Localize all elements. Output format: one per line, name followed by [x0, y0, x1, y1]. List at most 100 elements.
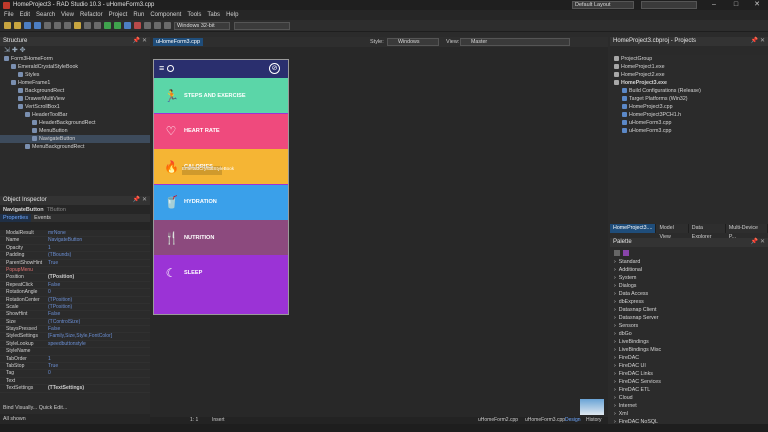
- property-row[interactable]: StaysPressed False: [0, 326, 150, 334]
- property-row[interactable]: Text: [0, 378, 150, 386]
- run-without-debug-icon[interactable]: [114, 22, 121, 29]
- property-value[interactable]: [48, 267, 150, 273]
- palette-category[interactable]: › dbGo: [610, 330, 768, 338]
- ide-search-input[interactable]: [641, 1, 697, 9]
- close-button[interactable]: ✕: [746, 0, 768, 10]
- pin-icon[interactable]: 📌 ✕: [751, 238, 765, 247]
- config-select[interactable]: [234, 21, 290, 30]
- tab-events[interactable]: Events: [31, 214, 54, 222]
- palette-category[interactable]: › Dialogs: [610, 282, 768, 290]
- view-select[interactable]: Master: [460, 38, 570, 46]
- property-row[interactable]: Padding (TBounds): [0, 252, 150, 260]
- style-select[interactable]: Windows: [387, 38, 439, 46]
- run-icon[interactable]: [104, 22, 111, 29]
- pin-icon[interactable]: 📌 ✕: [133, 37, 147, 46]
- property-row[interactable]: Opacity 1: [0, 245, 150, 253]
- property-row[interactable]: StyleName: [0, 348, 150, 356]
- tree-node[interactable]: MenuBackgroundRect: [0, 143, 150, 151]
- palette-category[interactable]: › Standard: [610, 258, 768, 266]
- palette-category[interactable]: › Internet: [610, 402, 768, 410]
- step-over-icon[interactable]: [144, 22, 151, 29]
- project-node[interactable]: ProjectGroup: [610, 55, 768, 63]
- tree-node[interactable]: BackgroundRect: [0, 87, 150, 95]
- navigate-compass-icon[interactable]: ⊘: [269, 63, 280, 74]
- tree-node[interactable]: Form3HomeForm: [0, 55, 150, 63]
- property-row[interactable]: RotationAngle 0: [0, 289, 150, 297]
- feature-band[interactable]: 🥤 HYDRATION: [154, 184, 288, 220]
- project-node[interactable]: uHomeForm3.cpp: [610, 127, 768, 135]
- projects-tab[interactable]: HomeProject3....: [610, 224, 657, 233]
- palette-category[interactable]: › Datasnap Server: [610, 314, 768, 322]
- tree-node[interactable]: HeaderBackgroundRect: [0, 119, 150, 127]
- property-row[interactable]: ParentShowHint True: [0, 260, 150, 267]
- tab-properties[interactable]: Properties: [0, 214, 32, 222]
- inspector-search[interactable]: [0, 222, 150, 230]
- feature-band[interactable]: ♡ HEART RATE: [154, 113, 288, 149]
- menu-tabs[interactable]: Tabs: [207, 12, 220, 18]
- tree-node[interactable]: HomeFrame1: [0, 79, 150, 87]
- stop-icon[interactable]: [134, 22, 141, 29]
- palette-category[interactable]: › LiveBindings: [610, 338, 768, 346]
- platform-select[interactable]: Windows 32-bit: [174, 21, 230, 30]
- menu-project[interactable]: Project: [109, 12, 128, 18]
- property-value[interactable]: (TPosition): [48, 274, 150, 280]
- palette-search-icon[interactable]: [623, 249, 629, 256]
- projects-tab[interactable]: Model View: [656, 224, 689, 240]
- palette-category[interactable]: › Cloud: [610, 394, 768, 402]
- property-row[interactable]: RotationCenter (TPosition): [0, 297, 150, 304]
- menu-file[interactable]: File: [4, 12, 14, 18]
- palette-category[interactable]: › Additional: [610, 266, 768, 274]
- palette-category[interactable]: › FireDAC UI: [610, 362, 768, 370]
- palette-category[interactable]: › Datasnap Client: [610, 306, 768, 314]
- layout-select[interactable]: Default Layout: [572, 1, 634, 9]
- menu-component[interactable]: Component: [150, 12, 181, 18]
- property-value[interactable]: [48, 348, 150, 354]
- tree-node[interactable]: MenuButton: [0, 127, 150, 135]
- save-icon[interactable]: [24, 22, 31, 29]
- property-value[interactable]: True: [48, 260, 150, 266]
- property-value[interactable]: 1: [48, 245, 150, 251]
- property-value[interactable]: mrNone: [48, 230, 150, 236]
- palette-category[interactable]: › dbExpress: [610, 298, 768, 306]
- expand-icon[interactable]: ⇲: [4, 47, 10, 54]
- property-row[interactable]: PopupMenu: [0, 267, 150, 275]
- close-file-icon[interactable]: [44, 22, 51, 29]
- feature-band[interactable]: ☾ SLEEP: [154, 255, 288, 291]
- bottom-tab-history[interactable]: History: [586, 417, 602, 424]
- menu-view[interactable]: View: [61, 12, 74, 18]
- property-value[interactable]: (TPosition): [48, 297, 150, 303]
- tree-node[interactable]: DrawerMultiView: [0, 95, 150, 103]
- property-row[interactable]: Position (TPosition): [0, 274, 150, 282]
- property-value[interactable]: (TBounds): [48, 252, 150, 258]
- property-value[interactable]: 0: [48, 289, 150, 295]
- menu-icon[interactable]: ≡: [159, 63, 164, 73]
- menu-tools[interactable]: Tools: [187, 12, 201, 18]
- menu-help[interactable]: Help: [226, 12, 238, 18]
- property-value[interactable]: False: [48, 311, 150, 317]
- trace-into-icon[interactable]: [154, 22, 161, 29]
- toggle-form-icon[interactable]: [74, 22, 81, 29]
- menu-search[interactable]: Search: [36, 12, 55, 18]
- inspector-footer[interactable]: Bind Visually... Quick Edit...: [0, 403, 150, 413]
- property-value[interactable]: 1: [48, 356, 150, 362]
- move-icon[interactable]: ✥: [20, 47, 26, 54]
- project-node[interactable]: Target Platforms (Win32): [610, 95, 768, 103]
- palette-category[interactable]: › FireDAC: [610, 354, 768, 362]
- property-value[interactable]: 0: [48, 370, 150, 376]
- property-row[interactable]: ShowHint False: [0, 311, 150, 319]
- project-node[interactable]: HomeProject3PCH1.h: [610, 111, 768, 119]
- pause-icon[interactable]: [124, 22, 131, 29]
- projects-tab[interactable]: Multi-Device P...: [726, 224, 768, 240]
- remove-file-icon[interactable]: [94, 22, 101, 29]
- project-node[interactable]: uHomeForm3.cpp: [610, 119, 768, 127]
- project-node[interactable]: Build Configurations (Release): [610, 87, 768, 95]
- palette-category[interactable]: › Sensors: [610, 322, 768, 330]
- property-value[interactable]: False: [48, 326, 150, 332]
- property-value[interactable]: (TControlSize): [48, 319, 150, 325]
- save-all-icon[interactable]: [34, 22, 41, 29]
- property-value[interactable]: (TTextSettings): [48, 385, 150, 391]
- palette-category[interactable]: › FireDAC Services: [610, 378, 768, 386]
- redo-icon[interactable]: [64, 22, 71, 29]
- object-selector[interactable]: NavigateButton TButton: [0, 205, 150, 214]
- property-row[interactable]: ModalResult mrNone: [0, 230, 150, 238]
